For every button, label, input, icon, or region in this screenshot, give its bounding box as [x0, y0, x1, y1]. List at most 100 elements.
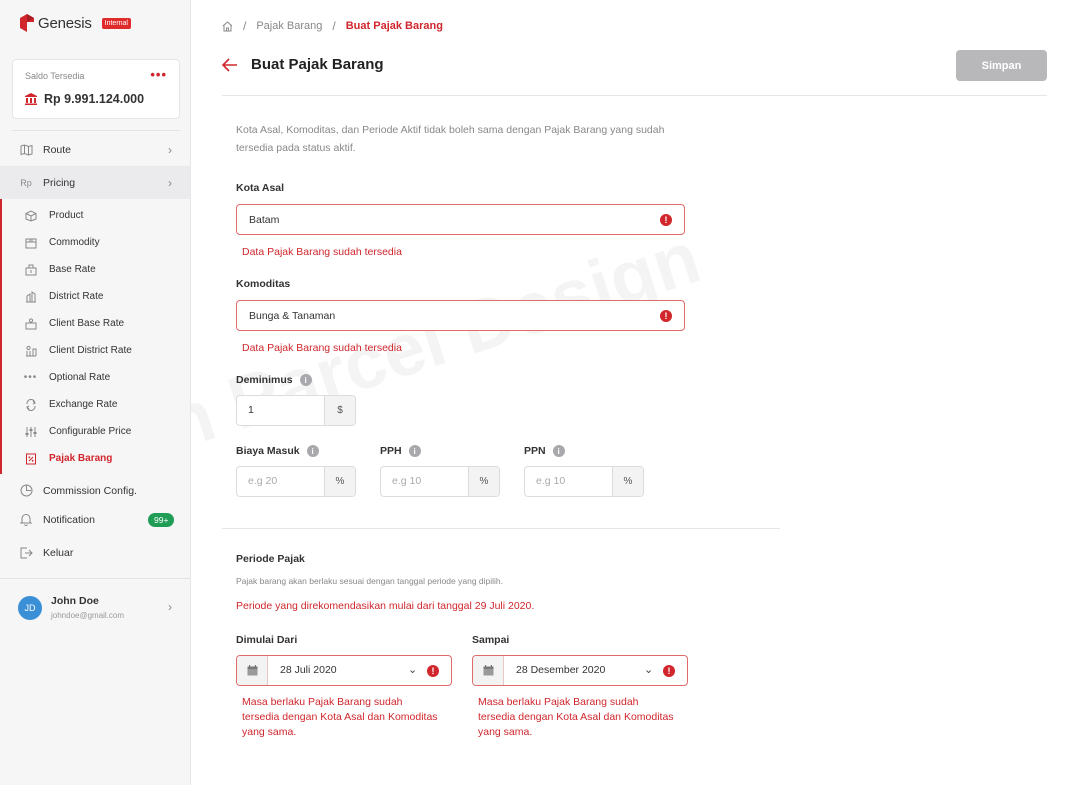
sliders-icon	[24, 425, 37, 438]
sidebar-item-product[interactable]: Product	[0, 202, 190, 229]
calendar-icon	[237, 656, 268, 685]
unit-suffix: %	[468, 467, 499, 496]
ppn-label: PPN i	[524, 445, 565, 457]
notification-count-badge: 99+	[148, 513, 175, 527]
komoditas-input[interactable]: Bunga & Tanaman !	[236, 300, 685, 331]
commission-icon	[19, 484, 33, 498]
end-date-picker[interactable]: 28 Desember 2020 ⌄ !	[472, 655, 688, 686]
save-button[interactable]: Simpan	[956, 50, 1047, 81]
unit-suffix: $	[324, 396, 355, 425]
komoditas-error: Data Pajak Barang sudah tersedia	[242, 342, 402, 354]
chevron-right-icon: ›	[168, 600, 172, 614]
breadcrumb-link-pajak-barang[interactable]: Pajak Barang	[256, 20, 322, 32]
info-icon[interactable]: i	[408, 445, 421, 457]
start-date-picker[interactable]: 28 Juli 2020 ⌄ !	[236, 655, 452, 686]
unit-suffix: %	[612, 467, 643, 496]
sidebar-item-label: Notification	[43, 513, 95, 526]
balance-card: Saldo Tersedia ••• Rp 9.991.124.000	[12, 59, 180, 119]
info-icon[interactable]: i	[552, 445, 565, 457]
sidebar-item-configurable-price[interactable]: Configurable Price	[0, 418, 190, 445]
divider	[222, 95, 1047, 96]
sidebar-item-logout[interactable]: Keluar	[0, 536, 190, 569]
sidebar-item-optional-rate[interactable]: ••• Optional Rate	[0, 364, 190, 391]
sidebar-item-route[interactable]: Route ›	[0, 133, 190, 166]
kota-asal-error: Data Pajak Barang sudah tersedia	[242, 246, 402, 258]
more-horizontal-icon: •••	[23, 372, 38, 383]
logout-icon	[19, 546, 33, 560]
package-icon	[24, 236, 37, 249]
periode-subtitle: Pajak barang akan berlaku sesuai dengan …	[236, 576, 503, 586]
divider	[0, 578, 190, 579]
input-value: 1	[248, 404, 254, 416]
sidebar-item-label: Route	[43, 143, 72, 156]
sidebar-item-label: Product	[49, 210, 84, 221]
deminimus-label: Deminimus i	[236, 374, 312, 386]
input-placeholder: e.g 10	[392, 475, 422, 487]
breadcrumb: / Pajak Barang / Buat Pajak Barang	[222, 19, 443, 33]
exchange-icon	[24, 398, 37, 411]
sidebar-item-pajak-barang[interactable]: Pajak Barang	[0, 445, 190, 472]
pph-label: PPH i	[380, 445, 421, 457]
kota-asal-input[interactable]: Batam !	[236, 204, 685, 235]
field-label-text: Dimulai Dari	[236, 634, 298, 646]
deminimus-input[interactable]: 1 $	[236, 395, 356, 426]
avatar: JD	[18, 596, 42, 620]
biaya-masuk-input[interactable]: e.g 20 %	[236, 466, 356, 497]
breadcrumb-current: Buat Pajak Barang	[345, 20, 443, 32]
field-label-text: Deminimus	[236, 374, 293, 386]
sidebar-item-label: Client District Rate	[49, 345, 132, 356]
end-date-label: Sampai	[472, 634, 509, 646]
error-icon: !	[660, 214, 672, 226]
sidebar-item-pricing[interactable]: Rp Pricing ›	[0, 166, 190, 199]
biaya-masuk-label: Biaya Masuk i	[236, 445, 319, 457]
periode-recommendation: Periode yang direkomendasikan mulai dari…	[236, 600, 535, 612]
komoditas-label: Komoditas	[236, 278, 290, 290]
end-date-error: Masa berlaku Pajak Barang sudah tersedia…	[478, 696, 674, 738]
user-email: johndoe@gmail.com	[51, 611, 125, 620]
client-district-rate-icon	[24, 344, 37, 357]
divider	[222, 528, 780, 529]
input-placeholder: e.g 20	[248, 475, 278, 487]
page-title: Buat Pajak Barang	[251, 56, 384, 73]
sidebar-item-label: Exchange Rate	[49, 399, 118, 410]
error-icon: !	[660, 310, 672, 322]
sidebar-item-client-district-rate[interactable]: Client District Rate	[0, 337, 190, 364]
district-rate-icon	[24, 290, 37, 303]
sidebar-item-base-rate[interactable]: Base Rate	[0, 256, 190, 283]
pph-input[interactable]: e.g 10 %	[380, 466, 500, 497]
ppn-input[interactable]: e.g 10 %	[524, 466, 644, 497]
more-options-icon[interactable]: •••	[150, 67, 167, 82]
box-icon	[24, 209, 37, 222]
genesis-logo-icon	[20, 14, 34, 32]
calendar-icon	[473, 656, 504, 685]
field-label-text: Sampai	[472, 634, 510, 646]
sidebar-item-label: Commodity	[49, 237, 100, 248]
sidebar-item-label: Optional Rate	[49, 372, 111, 383]
home-icon[interactable]	[222, 20, 233, 32]
sidebar-item-commodity[interactable]: Commodity	[0, 229, 190, 256]
sidebar-item-exchange-rate[interactable]: Exchange Rate	[0, 391, 190, 418]
breadcrumb-separator: /	[243, 19, 247, 33]
chevron-right-icon: ›	[168, 142, 172, 157]
chevron-down-icon: ⌄	[408, 664, 418, 676]
divider	[12, 130, 180, 131]
error-icon: !	[663, 665, 675, 677]
date-value: 28 Juli 2020	[280, 664, 337, 676]
error-icon: !	[427, 665, 439, 677]
client-base-rate-icon	[24, 317, 37, 330]
info-icon[interactable]: i	[306, 445, 319, 457]
app-logo[interactable]: Genesis Internal	[18, 14, 131, 32]
unit-suffix: %	[324, 467, 355, 496]
form-info-text: Kota Asal, Komoditas, dan Periode Aktif …	[236, 124, 665, 154]
user-profile[interactable]: JD John Doe johndoe@gmail.com ›	[0, 590, 190, 630]
sidebar-item-client-base-rate[interactable]: Client Base Rate	[0, 310, 190, 337]
sidebar-item-label: Commission Config.	[43, 484, 137, 497]
balance-value: Rp 9.991.124.000	[44, 92, 145, 106]
bell-icon	[19, 513, 33, 527]
sidebar: Genesis Internal Saldo Tersedia ••• Rp 9…	[0, 0, 191, 785]
periode-title: Periode Pajak	[236, 553, 305, 565]
sidebar-item-district-rate[interactable]: District Rate	[0, 283, 190, 310]
back-arrow-icon[interactable]	[221, 56, 239, 74]
currency-rp-icon: Rp	[20, 177, 32, 188]
info-icon[interactable]: i	[299, 374, 312, 386]
